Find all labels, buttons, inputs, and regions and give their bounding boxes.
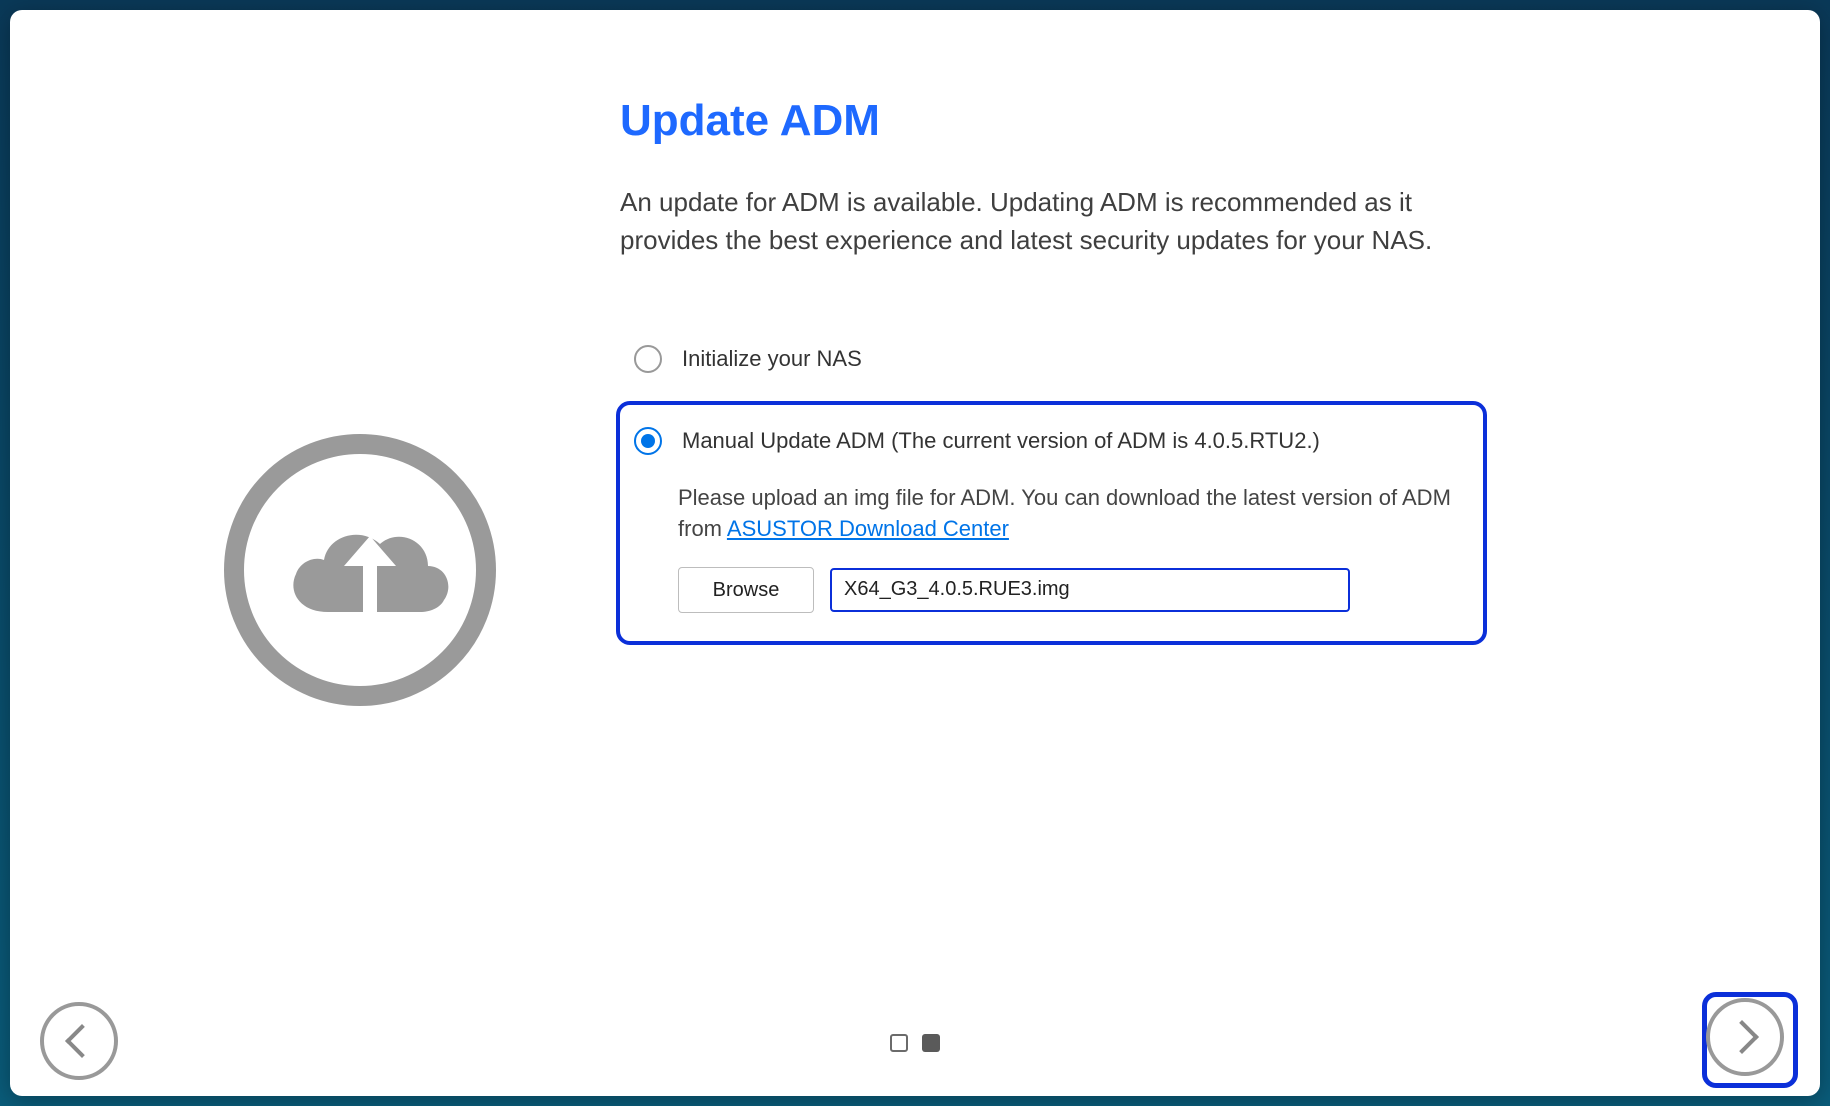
next-button[interactable] <box>1706 998 1784 1076</box>
page-description: An update for ADM is available. Updating… <box>620 184 1480 259</box>
option-manual-update[interactable]: Manual Update ADM (The current version o… <box>620 405 1483 641</box>
chevron-right-icon <box>1725 1020 1759 1054</box>
step-dot-1 <box>890 1034 908 1052</box>
option-initialize[interactable]: Initialize your NAS <box>620 339 1650 379</box>
cloud-upload-icon <box>220 430 500 715</box>
page-title: Update ADM <box>620 96 1650 146</box>
browse-button[interactable]: Browse <box>678 567 814 613</box>
wizard-window: Update ADM An update for ADM is availabl… <box>10 10 1820 1096</box>
option-manual-label: Manual Update ADM (The current version o… <box>682 428 1320 454</box>
form-pane: Update ADM An update for ADM is availabl… <box>600 10 1820 986</box>
chevron-left-icon <box>65 1024 99 1058</box>
radio-icon <box>634 427 662 455</box>
manual-update-details: Please upload an img file for ADM. You c… <box>678 483 1469 613</box>
download-center-link[interactable]: ASUSTOR Download Center <box>727 516 1009 541</box>
step-indicator <box>890 1034 940 1052</box>
footer-bar <box>10 986 1820 1096</box>
previous-button[interactable] <box>40 1002 118 1080</box>
file-path-input[interactable] <box>830 568 1350 612</box>
current-version: 4.0.5.RTU2 <box>1194 428 1306 453</box>
illustration-pane <box>10 10 600 986</box>
radio-icon <box>634 345 662 373</box>
option-initialize-label: Initialize your NAS <box>682 346 862 372</box>
content-area: Update ADM An update for ADM is availabl… <box>10 10 1820 986</box>
step-dot-2 <box>922 1034 940 1052</box>
